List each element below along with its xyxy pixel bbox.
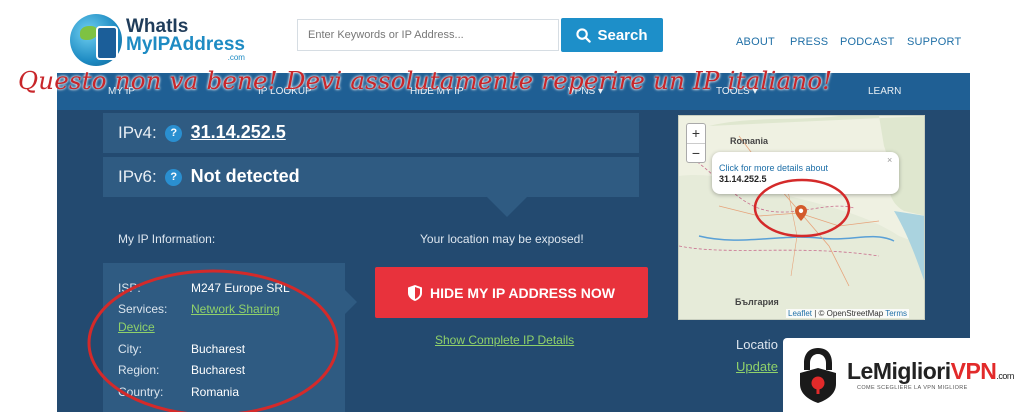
- brand-text-a: LeMigliori: [847, 358, 951, 384]
- logo-sub: .com: [227, 53, 245, 62]
- ipv4-line: IPv4: ? 31.14.252.5: [118, 122, 286, 143]
- exposed-warning: Your location may be exposed!: [420, 232, 584, 246]
- popup-text: Click for more details about: [719, 163, 829, 173]
- ip-box-pointer: [485, 195, 529, 217]
- zoom-out-button[interactable]: −: [687, 144, 705, 163]
- annotation-circle-info: [87, 269, 339, 412]
- logo-line2: MyIPAddress: [126, 34, 245, 55]
- terms-link[interactable]: Terms: [885, 309, 907, 318]
- ipv6-label: IPv6:: [118, 167, 157, 186]
- help-icon[interactable]: ?: [165, 124, 183, 142]
- update-location-link[interactable]: Update: [736, 359, 778, 374]
- annotation-circle-map: [753, 178, 851, 238]
- brand-text-b: VPN: [950, 358, 997, 384]
- search-icon: [576, 27, 592, 43]
- map-label-romania: Romania: [730, 136, 769, 146]
- ip-info-pointer: [345, 290, 357, 314]
- ipv4-label: IPv4:: [118, 123, 157, 142]
- nav-link-podcast[interactable]: PODCAST: [840, 36, 895, 48]
- complete-details-link[interactable]: Show Complete IP Details: [435, 333, 574, 347]
- popup-close-icon[interactable]: ×: [887, 155, 892, 165]
- logo-pin-icon: [96, 26, 118, 60]
- help-icon[interactable]: ?: [165, 168, 183, 186]
- lock-icon: [800, 348, 836, 403]
- map-zoom-control: + −: [686, 123, 706, 163]
- attrib-sep: | ©: [812, 309, 827, 318]
- shield-icon: [408, 284, 423, 301]
- nav-link-press[interactable]: PRESS: [790, 36, 828, 48]
- hide-ip-button-label: HIDE MY IP ADDRESS NOW: [430, 284, 615, 301]
- search-input[interactable]: [297, 19, 559, 51]
- map-attribution: Leaflet | © OpenStreetMap Terms: [786, 309, 910, 318]
- search-button-label: Search: [597, 26, 648, 44]
- nav-item-learn[interactable]: LEARN: [868, 86, 901, 97]
- search-button[interactable]: Search: [561, 18, 663, 52]
- brand-text-c: .com: [996, 371, 1014, 381]
- badge-brand: LeMiglioriVPN.com: [847, 358, 1014, 385]
- nav-link-about[interactable]: ABOUT: [736, 36, 775, 48]
- ipv6-line: IPv6: ? Not detected: [118, 166, 300, 187]
- zoom-in-button[interactable]: +: [687, 124, 705, 144]
- map-label-bulgaria: България: [735, 297, 779, 307]
- ipv4-value[interactable]: 31.14.252.5: [191, 122, 286, 142]
- badge-tagline: COME SCEGLIERE LA VPN MIGLIORE: [857, 385, 968, 391]
- osm-link[interactable]: OpenStreetMap: [827, 309, 883, 318]
- hide-ip-button[interactable]: HIDE MY IP ADDRESS NOW: [375, 267, 648, 318]
- ipv6-value: Not detected: [190, 166, 300, 186]
- nav-link-support[interactable]: SUPPORT: [907, 36, 961, 48]
- location-label: Locatio: [736, 337, 778, 352]
- site-logo[interactable]: WhatIs MyIPAddress .com: [126, 17, 245, 62]
- leaflet-link[interactable]: Leaflet: [788, 309, 812, 318]
- ip-info-title: My IP Information:: [118, 232, 216, 246]
- annotation-text: Questo non va bene! Devi assolutamente r…: [18, 66, 833, 95]
